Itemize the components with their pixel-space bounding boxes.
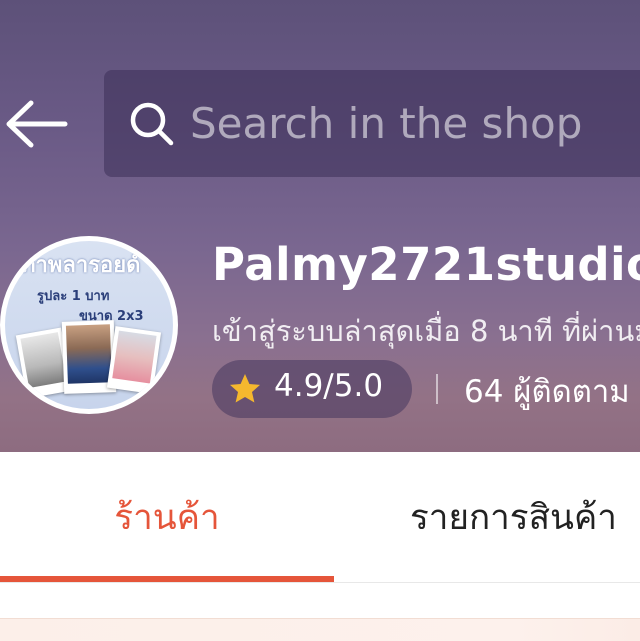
search-icon: [130, 102, 174, 146]
avatar-photo-3: [106, 326, 162, 394]
shop-avatar[interactable]: ภาพลารอยด์ รูปละ 1 บาท ขนาด 2x3: [0, 236, 178, 414]
arrow-left-icon: [6, 100, 68, 148]
shop-header: Search in the shop ภาพลารอยด์ รูปละ 1 บา…: [0, 0, 640, 452]
shop-name: Palmy2721studio_s: [212, 238, 640, 291]
avatar-title: ภาพลารอยด์: [21, 253, 141, 278]
followers-count[interactable]: 64 ผู้ติดตาม: [464, 366, 630, 416]
star-icon: [230, 374, 260, 403]
tab-products[interactable]: รายการสินค้า: [334, 452, 640, 582]
back-button[interactable]: [0, 88, 72, 160]
divider: [436, 374, 438, 404]
search-input[interactable]: Search in the shop: [190, 97, 582, 151]
rating-value: 4.9/5.0: [274, 368, 384, 404]
content-area: [0, 618, 640, 641]
last-seen-status: เข้าสู่ระบบล่าสุดเมื่อ 8 นาที ที่ผ่านมา: [212, 314, 640, 348]
tab-shop[interactable]: ร้านค้า: [0, 452, 334, 582]
divider: [0, 582, 640, 583]
shop-tabs: ร้านค้า รายการสินค้า: [0, 452, 640, 582]
avatar-line-price: รูปละ 1 บาท: [37, 289, 110, 304]
